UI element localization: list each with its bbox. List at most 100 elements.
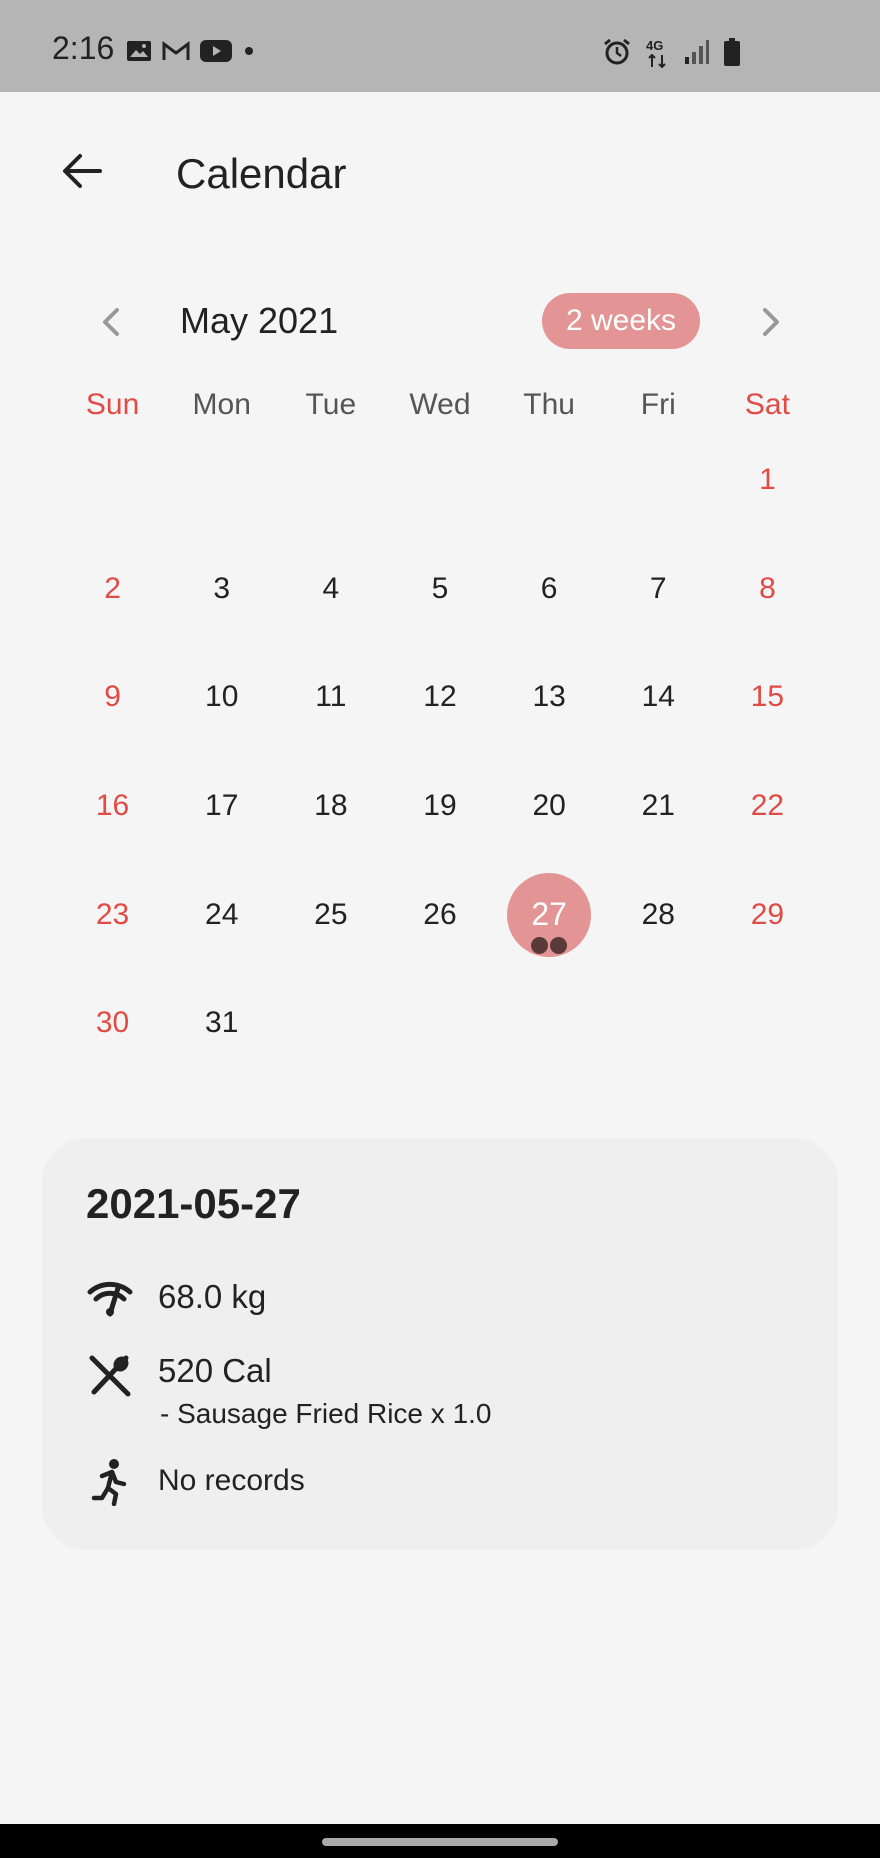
calendar-day[interactable]: 7 — [604, 535, 713, 644]
calendar-day[interactable]: 18 — [276, 752, 385, 861]
record-dot — [531, 937, 549, 955]
exercise-value: No records — [158, 1464, 305, 1497]
calendar-day-number: 25 — [314, 897, 348, 931]
calendar-day-empty — [604, 426, 713, 535]
weekday-label: Thu — [523, 388, 575, 421]
calendar-day[interactable]: 12 — [385, 643, 494, 752]
back-button[interactable] — [56, 145, 108, 197]
network-label: 4G — [646, 37, 664, 53]
gmail-icon — [162, 41, 190, 66]
network-4g-icon: 4G — [646, 37, 670, 70]
calendar-day-number: 24 — [205, 897, 239, 931]
calendar-day-empty — [276, 426, 385, 535]
calendar-day[interactable]: 9 — [58, 643, 167, 752]
month-label: May 2021 — [180, 300, 339, 341]
calendar-day-number: 23 — [95, 897, 130, 931]
calendar-day-number: 7 — [649, 571, 667, 605]
calendar-day[interactable]: 31 — [167, 969, 276, 1078]
calendar-day[interactable]: 22 — [713, 752, 822, 861]
weekday-label: Tue — [305, 388, 357, 421]
previous-month-button[interactable] — [90, 300, 134, 344]
calendar-day-number: 16 — [95, 789, 130, 823]
status-time: 2:16 — [52, 30, 115, 66]
calendar-day[interactable]: 4 — [276, 535, 385, 644]
weekday-label: Fri — [640, 388, 676, 421]
calendar-day[interactable]: 11 — [276, 643, 385, 752]
dot-icon — [242, 44, 256, 63]
calendar-day[interactable]: 1 — [713, 426, 822, 535]
calendar-day-number: 17 — [205, 789, 239, 823]
calendar-day-number: 13 — [532, 680, 566, 714]
alarm-icon — [602, 38, 632, 71]
calendar-day-number: 19 — [423, 789, 457, 823]
calendar-day[interactable]: 15 — [713, 643, 822, 752]
calendar-day[interactable]: 16 — [58, 752, 167, 861]
weekday-label: Wed — [409, 388, 471, 421]
weekday-header: Sun Mon Tue Wed Thu Fri Sat — [58, 388, 822, 422]
navigation-bar — [0, 1824, 880, 1858]
calendar-day[interactable]: 17 — [167, 752, 276, 861]
home-gesture-handle[interactable] — [322, 1838, 558, 1846]
scale-icon — [86, 1274, 134, 1322]
calendar-day-number: 4 — [322, 571, 340, 605]
calendar-day[interactable]: 25 — [276, 860, 385, 969]
calendar-day[interactable]: 14 — [604, 643, 713, 752]
calendar-day-number: 12 — [423, 680, 457, 714]
calendar-day[interactable]: 28 — [604, 860, 713, 969]
day-detail-card: 2021-05-27 68.0 kg 520 Cal - Sausage Fri… — [42, 1138, 838, 1550]
calendar-day[interactable]: 30 — [58, 969, 167, 1078]
range-toggle-button[interactable]: 2 weeks — [542, 293, 700, 349]
chevron-left-icon — [103, 308, 119, 336]
calendar-grid: 1 2 3 4 5 6 7 8 9 10 11 12 13 14 15 16 17 18 19 20 21 22 23 24 2… — [58, 426, 822, 1078]
calendar-day-number: 18 — [314, 789, 348, 823]
calendar-day[interactable]: 21 — [604, 752, 713, 861]
calories-value: 520 Cal — [158, 1352, 272, 1389]
calendar-day[interactable]: 13 — [495, 643, 604, 752]
image-icon — [126, 40, 152, 67]
calendar-day-number: 29 — [750, 897, 785, 931]
calendar-day[interactable]: 8 — [713, 535, 822, 644]
detail-date: 2021-05-27 — [86, 1180, 301, 1227]
calendar-day[interactable]: 10 — [167, 643, 276, 752]
calendar-day-number: 1 — [759, 463, 776, 497]
signal-icon — [684, 39, 710, 70]
weekday-label: Mon — [192, 388, 251, 421]
calendar-day[interactable]: 2 — [58, 535, 167, 644]
calendar-day-number: 6 — [540, 571, 558, 605]
calendar-day-number: 14 — [641, 680, 675, 714]
record-indicator — [531, 937, 568, 955]
calendar-day-number: 31 — [205, 1006, 239, 1040]
calendar-day[interactable]: 23 — [58, 860, 167, 969]
calendar-day[interactable]: 19 — [385, 752, 494, 861]
calendar-day-number: 10 — [205, 680, 239, 714]
food-item: - Sausage Fried Rice x 1.0 — [160, 1398, 492, 1429]
calendar-day-selected[interactable]: 27 — [495, 860, 604, 969]
calendar-day[interactable]: 6 — [495, 535, 604, 644]
record-dot — [550, 937, 568, 955]
running-icon — [86, 1458, 134, 1507]
weekday-label: Sat — [744, 388, 790, 421]
youtube-icon — [200, 40, 232, 67]
calendar-day-number: 8 — [759, 571, 776, 605]
calendar-day-number: 11 — [315, 680, 347, 714]
next-month-button[interactable] — [748, 300, 792, 344]
chevron-right-icon — [763, 308, 779, 336]
calendar-day-number: 22 — [750, 789, 785, 823]
calendar-day-empty — [385, 426, 494, 535]
calendar-day-empty — [495, 426, 604, 535]
calendar-day[interactable]: 29 — [713, 860, 822, 969]
calendar-day[interactable]: 5 — [385, 535, 494, 644]
calendar-day-number: 30 — [95, 1006, 130, 1040]
calendar-day-number: 20 — [532, 789, 566, 823]
calendar-day-number: 21 — [641, 789, 675, 823]
page-title: Calendar — [176, 150, 347, 197]
calendar-day-number: 2 — [104, 571, 121, 605]
calendar-day-number: 15 — [750, 680, 785, 714]
calendar-day[interactable]: 20 — [495, 752, 604, 861]
fork-knife-icon — [86, 1352, 134, 1400]
calendar-day[interactable]: 26 — [385, 860, 494, 969]
calendar-day[interactable]: 3 — [167, 535, 276, 644]
calendar-day[interactable]: 24 — [167, 860, 276, 969]
arrow-left-icon — [63, 154, 102, 188]
weight-value: 68.0 kg — [158, 1278, 267, 1315]
